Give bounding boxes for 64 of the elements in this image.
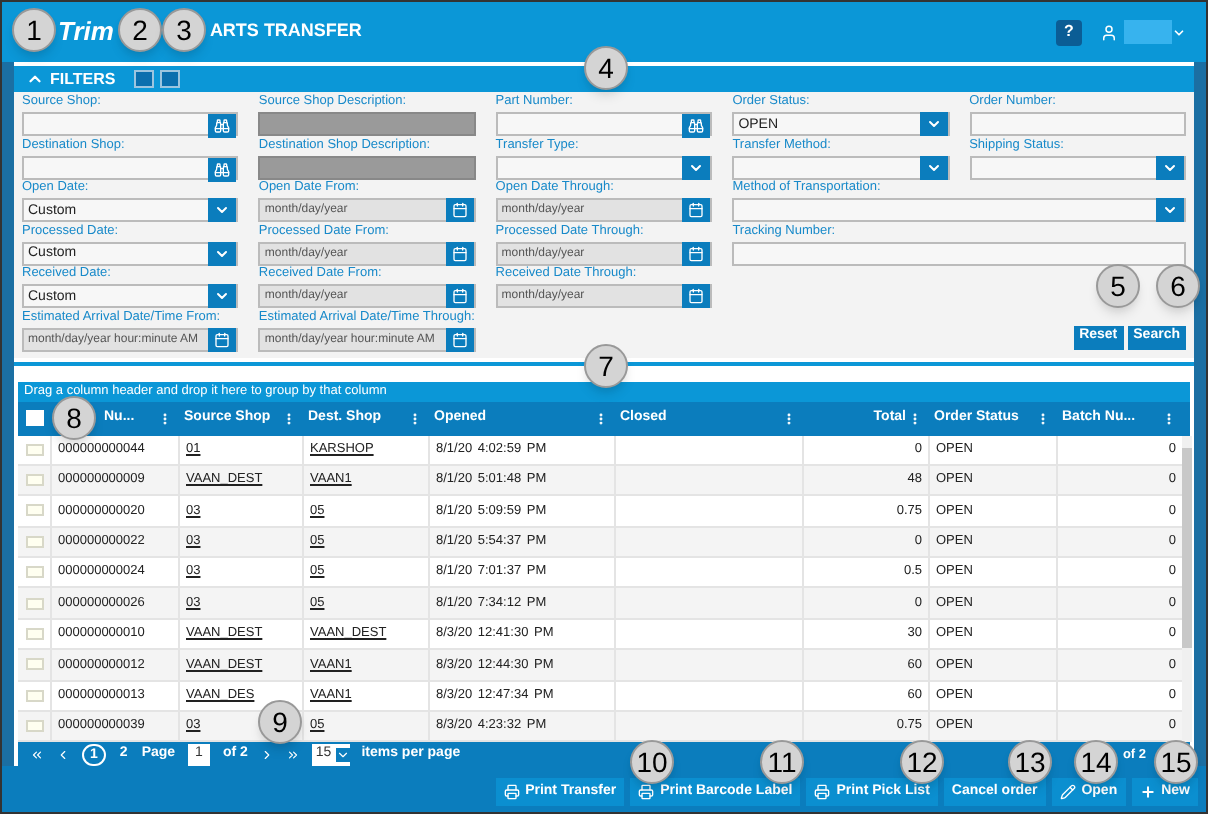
column-menu-icon[interactable] — [158, 411, 172, 425]
text-field[interactable] — [732, 241, 1186, 265]
dropdown-field[interactable] — [969, 155, 1186, 179]
caret-icon — [688, 159, 705, 175]
column-menu-icon[interactable] — [908, 411, 922, 425]
lookup-field[interactable] — [22, 155, 239, 179]
user-icon — [1100, 23, 1118, 41]
calendar-icon — [688, 202, 705, 218]
binoculars-icon — [214, 161, 231, 177]
calendar-icon — [214, 331, 231, 347]
dropdown-field[interactable] — [495, 155, 713, 179]
column-menu-icon[interactable] — [282, 411, 296, 425]
scrollbar[interactable] — [1182, 435, 1192, 743]
next-page-icon[interactable] — [259, 747, 274, 762]
row-checkbox[interactable] — [25, 566, 43, 579]
lookup-field[interactable] — [22, 112, 239, 136]
binoculars-icon — [214, 118, 231, 134]
page-title: ARTS TRANSFER — [209, 18, 362, 45]
row-checkbox[interactable] — [25, 597, 43, 610]
plus-icon — [1139, 784, 1156, 800]
row-checkbox[interactable] — [25, 689, 43, 702]
row-checkbox[interactable] — [25, 535, 43, 548]
dropdown-field[interactable] — [732, 198, 1186, 222]
column-menu-icon[interactable] — [594, 411, 608, 425]
logo: Trim — [58, 14, 114, 51]
binoculars-icon — [688, 118, 705, 134]
dropdown-field[interactable] — [732, 155, 950, 179]
column-menu-icon[interactable] — [782, 411, 796, 425]
last-page-icon[interactable] — [285, 747, 300, 762]
help-button[interactable]: ? — [1056, 19, 1082, 45]
caret-icon — [214, 288, 231, 304]
filters-title: FILTERS — [50, 67, 116, 91]
caret-icon — [214, 202, 231, 218]
row-checkbox[interactable] — [25, 443, 43, 456]
edit-icon — [1059, 784, 1076, 800]
calendar-icon — [451, 245, 468, 261]
header-checkbox[interactable] — [25, 410, 43, 426]
calendar-icon — [688, 245, 705, 261]
printer-icon — [503, 784, 520, 800]
row-checkbox[interactable] — [25, 720, 43, 733]
caret-icon — [925, 159, 942, 175]
caret-icon — [1172, 25, 1186, 39]
row-checkbox[interactable] — [25, 504, 43, 517]
caret-icon — [1162, 159, 1178, 175]
first-page-icon[interactable] — [30, 747, 44, 762]
text-field[interactable] — [969, 112, 1186, 136]
lookup-field[interactable] — [495, 112, 713, 136]
previous-page-icon[interactable] — [56, 747, 70, 762]
column-menu-icon[interactable] — [408, 411, 422, 425]
calendar-icon — [451, 331, 468, 347]
calendar-icon — [451, 288, 468, 304]
row-checkbox[interactable] — [25, 658, 43, 671]
row-checkbox[interactable] — [25, 474, 43, 487]
column-menu-icon[interactable] — [1162, 411, 1176, 425]
calendar-icon — [451, 202, 468, 218]
caret-icon — [214, 245, 231, 261]
caret-icon — [335, 747, 350, 762]
calendar-icon — [688, 288, 705, 304]
printer-icon — [814, 784, 831, 800]
caret-icon — [925, 116, 942, 132]
row-checkbox[interactable] — [25, 628, 43, 641]
printer-icon — [638, 784, 655, 800]
caret-icon — [1162, 202, 1178, 218]
column-menu-icon[interactable] — [1036, 411, 1050, 425]
